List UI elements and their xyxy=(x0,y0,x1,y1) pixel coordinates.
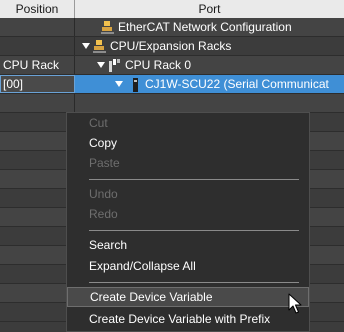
column-header: Position Port xyxy=(0,0,344,18)
column-header-port[interactable]: Port xyxy=(75,0,344,18)
cpu-expansion-racks-icon xyxy=(93,40,106,53)
expand-arrow-icon[interactable] xyxy=(115,81,123,87)
cpu-rack-icon xyxy=(109,59,120,72)
tree-item-label: CJ1W-SCU22 (Serial Communicat xyxy=(145,77,329,91)
menu-item-cut[interactable]: Cut xyxy=(67,113,309,133)
column-header-position[interactable]: Position xyxy=(0,0,75,18)
tree-row-ethercat[interactable]: EtherCAT Network Configuration xyxy=(0,18,344,37)
menu-separator xyxy=(89,230,299,231)
menu-item-create-device-variable[interactable]: Create Device Variable xyxy=(67,287,309,307)
expand-arrow-icon[interactable] xyxy=(82,43,90,49)
menu-item-create-device-variable-with-prefix[interactable]: Create Device Variable with Prefix xyxy=(67,309,309,329)
menu-item-expand-collapse-all[interactable]: Expand/Collapse All xyxy=(67,256,309,276)
port-cell: CPU/Expansion Racks xyxy=(75,37,344,55)
empty-row xyxy=(0,94,344,113)
position-cell: [00] xyxy=(0,75,75,93)
position-cell: CPU Rack xyxy=(0,56,75,74)
tree-row-cpu-expansion-racks[interactable]: CPU/Expansion Racks xyxy=(0,37,344,56)
port-cell: CJ1W-SCU22 (Serial Communicat xyxy=(75,75,344,93)
context-menu: Cut Copy Paste Undo Redo Search Expand/C… xyxy=(66,112,310,332)
tree-row-cj1w-scu22[interactable]: [00] CJ1W-SCU22 (Serial Communicat xyxy=(0,75,344,94)
tree-item-label: CPU/Expansion Racks xyxy=(110,39,232,53)
menu-item-copy[interactable]: Copy xyxy=(67,133,309,153)
unit-module-icon xyxy=(133,78,138,92)
menu-item-paste[interactable]: Paste xyxy=(67,153,309,173)
tree-item-label: EtherCAT Network Configuration xyxy=(118,20,292,34)
port-cell: EtherCAT Network Configuration xyxy=(75,18,344,36)
ethercat-network-icon xyxy=(101,21,114,34)
port-cell: CPU Rack 0 xyxy=(75,56,344,74)
menu-separator xyxy=(89,282,299,283)
expand-arrow-icon[interactable] xyxy=(97,62,105,68)
menu-item-redo[interactable]: Redo xyxy=(67,204,309,224)
position-cell xyxy=(0,18,75,36)
menu-item-undo[interactable]: Undo xyxy=(67,184,309,204)
mouse-pointer-icon xyxy=(288,293,302,314)
menu-item-search[interactable]: Search xyxy=(67,235,309,255)
tree-item-label: CPU Rack 0 xyxy=(125,58,192,72)
tree-row-cpu-rack-0[interactable]: CPU Rack CPU Rack 0 xyxy=(0,56,344,75)
position-cell xyxy=(0,37,75,55)
menu-separator xyxy=(89,179,299,180)
